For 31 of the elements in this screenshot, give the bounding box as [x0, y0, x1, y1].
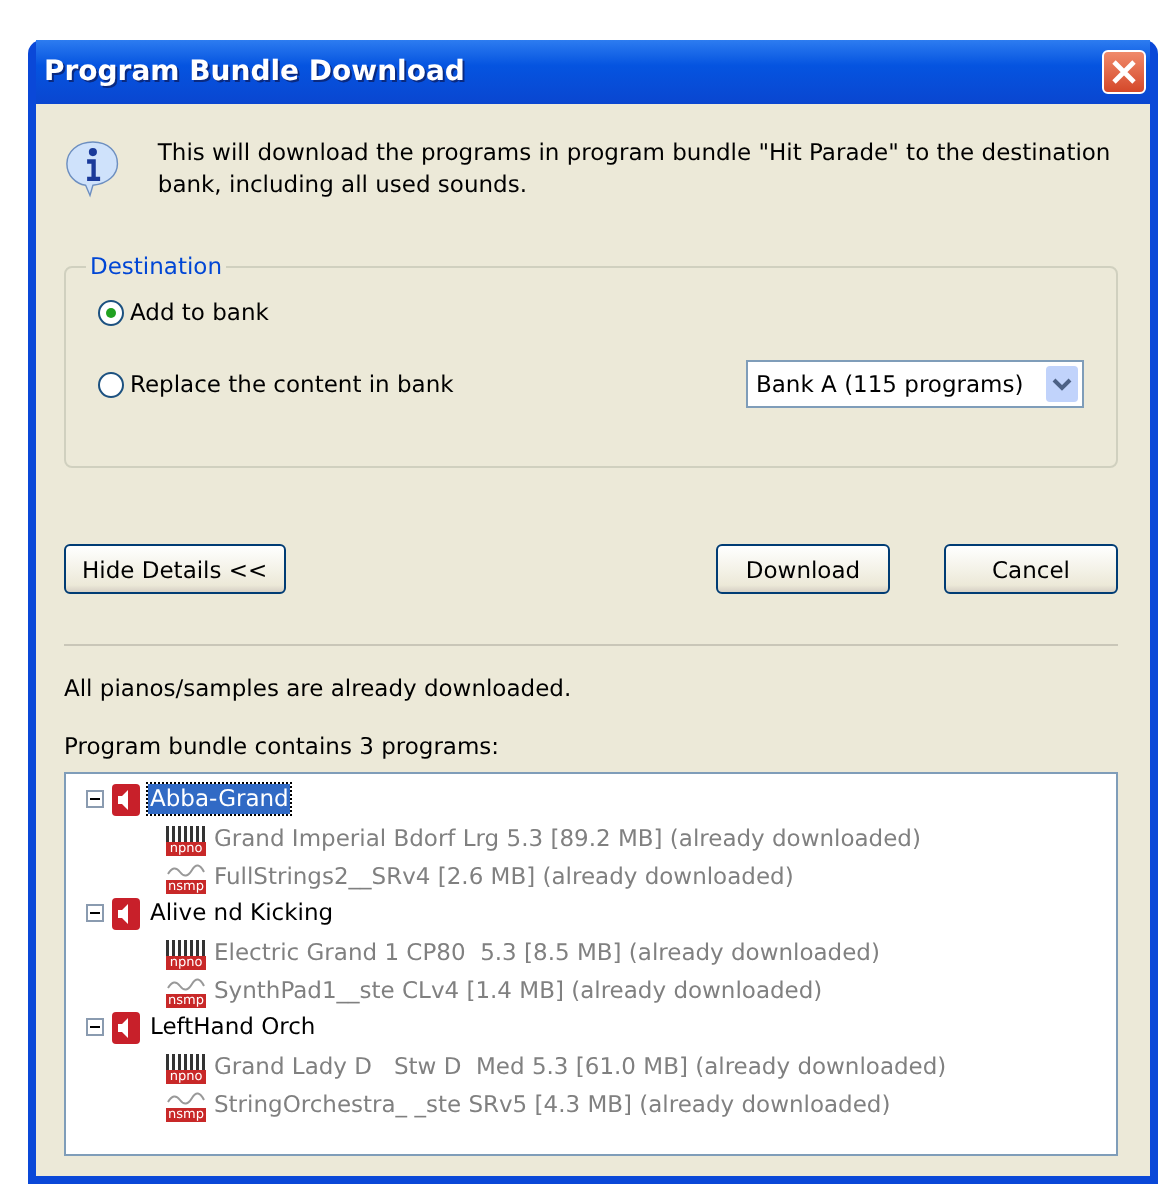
program-name[interactable]: Alive nd Kicking: [148, 898, 336, 928]
sound-item[interactable]: Electric Grand 1 CP80 5.3 [8.5 MB] (already downloaded): [214, 937, 880, 965]
program-name[interactable]: Abba-Grand: [148, 784, 291, 814]
collapse-toggle[interactable]: [86, 904, 104, 922]
collapse-toggle[interactable]: [86, 790, 104, 808]
download-button[interactable]: Download: [716, 544, 890, 594]
speaker-icon: [112, 897, 140, 929]
chevron-down-icon: [1052, 377, 1072, 391]
status-text: All pianos/samples are already downloaded.: [64, 674, 574, 702]
speaker-icon: [112, 783, 140, 815]
radio-label[interactable]: Replace the content in bank: [130, 370, 454, 398]
radio-button[interactable]: [98, 299, 124, 325]
cancel-button[interactable]: Cancel: [944, 544, 1118, 594]
close-icon: [1110, 58, 1138, 86]
radio-button[interactable]: [98, 371, 124, 397]
collapse-toggle[interactable]: [86, 1018, 104, 1036]
program-name[interactable]: LeftHand Orch: [148, 1012, 318, 1042]
close-button[interactable]: [1102, 50, 1146, 94]
hide-details-button[interactable]: Hide Details <<: [64, 544, 286, 594]
speaker-icon: [112, 1011, 140, 1043]
sound-item[interactable]: FullStrings2__SRv4 [2.6 MB] (already downloaded): [214, 861, 794, 889]
sound-item[interactable]: SynthPad1__ste CLv4 [1.4 MB] (already downloaded): [214, 975, 823, 1003]
tree-label: Program bundle contains 3 programs:: [64, 732, 502, 760]
group-title: Destination: [88, 252, 224, 280]
sound-item[interactable]: StringOrchestra_ _ste SRv5 [4.3 MB] (already downloaded): [214, 1089, 891, 1117]
radio-label[interactable]: Add to bank: [130, 298, 269, 326]
bank-dropdown[interactable]: Bank A (115 programs): [746, 360, 1084, 408]
sound-item[interactable]: Grand Lady D Stw D Med 5.3 [61.0 MB] (already downloaded): [214, 1051, 947, 1079]
window-title: Program Bundle Download: [44, 56, 465, 88]
info-message: This will download the programs in program bundle "Hit Parade" to the destination bank, including all used sounds.: [157, 136, 1113, 200]
sound-item[interactable]: Grand Imperial Bdorf Lrg 5.3 [89.2 MB] (already downloaded): [214, 823, 921, 851]
